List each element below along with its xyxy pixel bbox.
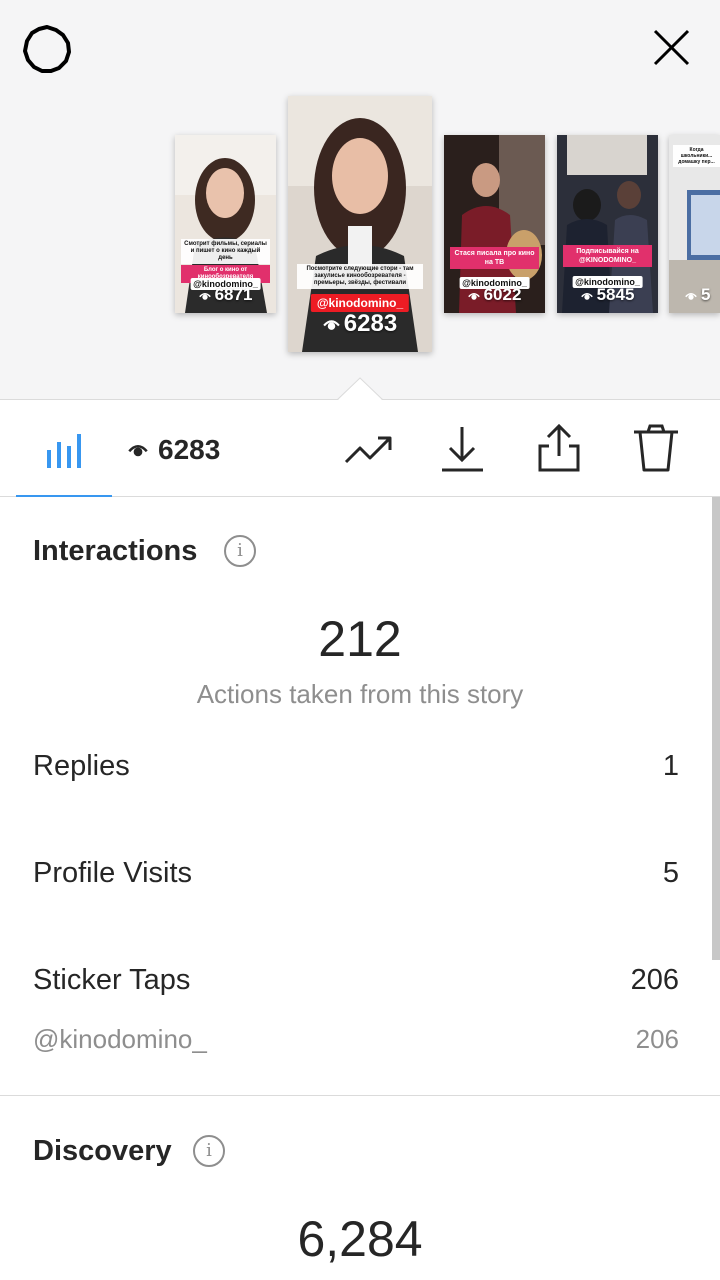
story-preview-area: Смотрит фильмы, сериалы и пишет о кино к… bbox=[0, 0, 720, 400]
sticker-mention-value: 206 bbox=[635, 1024, 679, 1054]
story-caption: Стася писала про кино на ТВ bbox=[450, 247, 539, 269]
profile-visits-value: 5 bbox=[662, 857, 679, 889]
sticker-taps-label: Sticker Taps bbox=[33, 964, 191, 996]
story-view-number: 6022 bbox=[483, 285, 522, 304]
settings-gear-icon bbox=[23, 25, 71, 73]
story-view-count: 6871 bbox=[175, 285, 276, 305]
story-caption: Когда школьники... домашку пер... bbox=[673, 145, 720, 167]
delete-button[interactable] bbox=[628, 422, 684, 478]
info-icon[interactable]: i bbox=[224, 535, 256, 567]
bar-chart-icon bbox=[47, 434, 81, 468]
story-view-number: 5845 bbox=[596, 285, 635, 304]
story-caption: Посмотрите следующие стори - там закулис… bbox=[296, 264, 424, 289]
eye-icon bbox=[323, 320, 340, 330]
story-view-number: 5 bbox=[701, 285, 711, 304]
selected-story-pointer bbox=[337, 377, 383, 401]
promote-button[interactable] bbox=[342, 422, 398, 478]
close-button[interactable] bbox=[648, 24, 696, 72]
insights-panel: Interactions i 212 Actions taken from th… bbox=[0, 497, 720, 1280]
trending-up-icon bbox=[344, 436, 392, 464]
profile-visits-label: Profile Visits bbox=[33, 857, 193, 889]
replies-value: 1 bbox=[662, 750, 679, 782]
discovery-title: Discovery bbox=[33, 1135, 172, 1167]
sticker-mention-label: @kinodomino_ bbox=[33, 1024, 207, 1054]
story-view-count: 6022 bbox=[444, 285, 545, 305]
close-icon bbox=[653, 29, 690, 66]
info-icon[interactable]: i bbox=[193, 1135, 225, 1167]
tab-insights[interactable] bbox=[16, 400, 112, 497]
story-view-count: 5845 bbox=[557, 285, 658, 305]
eye-icon bbox=[685, 292, 697, 300]
story-thumbnail[interactable]: Смотрит фильмы, сериалы и пишет о кино к… bbox=[175, 135, 276, 313]
story-caption: Подписывайся на @KINODOMINO_ bbox=[563, 245, 652, 267]
story-view-count: 6283 bbox=[288, 310, 432, 338]
interactions-title: Interactions bbox=[33, 535, 198, 567]
story-tools-bar: 6283 bbox=[0, 400, 720, 497]
scrollbar[interactable] bbox=[712, 497, 720, 960]
settings-button[interactable] bbox=[22, 24, 72, 74]
viewer-count: 6283 bbox=[158, 434, 221, 465]
section-divider bbox=[0, 1095, 720, 1096]
story-view-number: 6283 bbox=[343, 310, 398, 337]
share-icon bbox=[538, 423, 580, 472]
eye-icon bbox=[467, 292, 480, 300]
story-caption: Смотрит фильмы, сериалы и пишет о кино к… bbox=[181, 239, 270, 264]
interactions-total-label: Actions taken from this story bbox=[196, 679, 524, 709]
story-thumbnail[interactable]: Подписывайся на @KINODOMINO_ @kinodomino… bbox=[557, 135, 658, 313]
story-view-count: 5 bbox=[685, 285, 710, 305]
replies-label: Replies bbox=[33, 750, 130, 782]
sticker-taps-value: 206 bbox=[630, 964, 679, 996]
interactions-total: 212 bbox=[318, 611, 402, 667]
story-thumbnail[interactable]: Когда школьники... домашку пер... 5 bbox=[669, 135, 720, 313]
story-view-number: 6871 bbox=[214, 285, 253, 304]
discovery-total: 6,284 bbox=[297, 1211, 423, 1267]
story-thumbnail-selected[interactable]: Посмотрите следующие стори - там закулис… bbox=[288, 96, 432, 352]
download-icon bbox=[442, 427, 483, 472]
story-thumbnail[interactable]: Стася писала про кино на ТВ @kinodomino_… bbox=[444, 135, 545, 313]
eye-icon bbox=[128, 445, 148, 457]
share-button[interactable] bbox=[531, 422, 587, 478]
trash-icon bbox=[634, 424, 678, 472]
eye-icon bbox=[580, 292, 593, 300]
tab-viewers[interactable]: 6283 bbox=[128, 430, 220, 470]
eye-icon bbox=[198, 292, 211, 300]
download-button[interactable] bbox=[434, 422, 490, 478]
